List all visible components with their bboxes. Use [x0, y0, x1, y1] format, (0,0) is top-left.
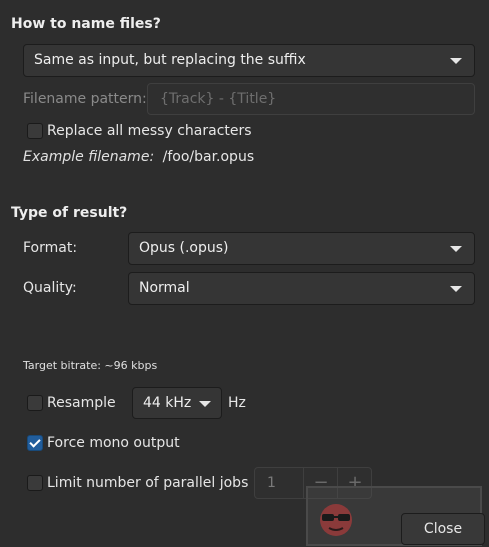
- parallel-jobs-checkbox[interactable]: [27, 475, 43, 491]
- chevron-down-icon: [199, 401, 211, 407]
- example-filename-value: /foo/bar.opus: [162, 149, 255, 165]
- naming-section-title: How to name files?: [11, 16, 161, 32]
- format-value: Opus (.opus): [139, 240, 229, 256]
- format-label: Format:: [23, 240, 78, 256]
- close-button[interactable]: Close: [401, 513, 485, 545]
- parallel-jobs-label[interactable]: Limit number of parallel jobs: [47, 475, 248, 491]
- naming-mode-dropdown[interactable]: Same as input, but replacing the suffix: [23, 44, 475, 77]
- parallel-jobs-value[interactable]: 1: [267, 468, 276, 498]
- replace-messy-label[interactable]: Replace all messy characters: [47, 123, 252, 139]
- target-bitrate-text: Target bitrate: ~96 kbps: [23, 359, 158, 372]
- force-mono-label[interactable]: Force mono output: [47, 435, 180, 451]
- quality-dropdown[interactable]: Normal: [128, 272, 475, 305]
- resample-checkbox[interactable]: [27, 395, 43, 411]
- example-filename-label: Example filename:: [23, 149, 155, 165]
- chevron-down-icon: [450, 246, 462, 252]
- chevron-down-icon: [450, 58, 462, 64]
- resample-rate-value: 44 kHz: [143, 395, 192, 411]
- mascot-face-icon: [320, 504, 352, 536]
- format-dropdown[interactable]: Opus (.opus): [128, 232, 475, 265]
- filename-pattern-placeholder: {Track} - {Title}: [160, 91, 277, 107]
- filename-pattern-input[interactable]: {Track} - {Title}: [147, 83, 475, 115]
- quality-label: Quality:: [23, 280, 77, 296]
- quality-value: Normal: [139, 280, 190, 296]
- resample-unit-label: Hz: [228, 395, 246, 411]
- naming-mode-value: Same as input, but replacing the suffix: [34, 52, 306, 68]
- example-filename-row: Example filename: /foo/bar.opus: [23, 149, 254, 165]
- resample-rate-dropdown[interactable]: 44 kHz: [132, 387, 222, 419]
- result-section-title: Type of result?: [11, 205, 128, 221]
- filename-pattern-label: Filename pattern:: [23, 91, 147, 107]
- replace-messy-checkbox[interactable]: [27, 123, 43, 139]
- chevron-down-icon: [450, 286, 462, 292]
- resample-label[interactable]: Resample: [47, 395, 116, 411]
- force-mono-checkbox[interactable]: [27, 435, 43, 451]
